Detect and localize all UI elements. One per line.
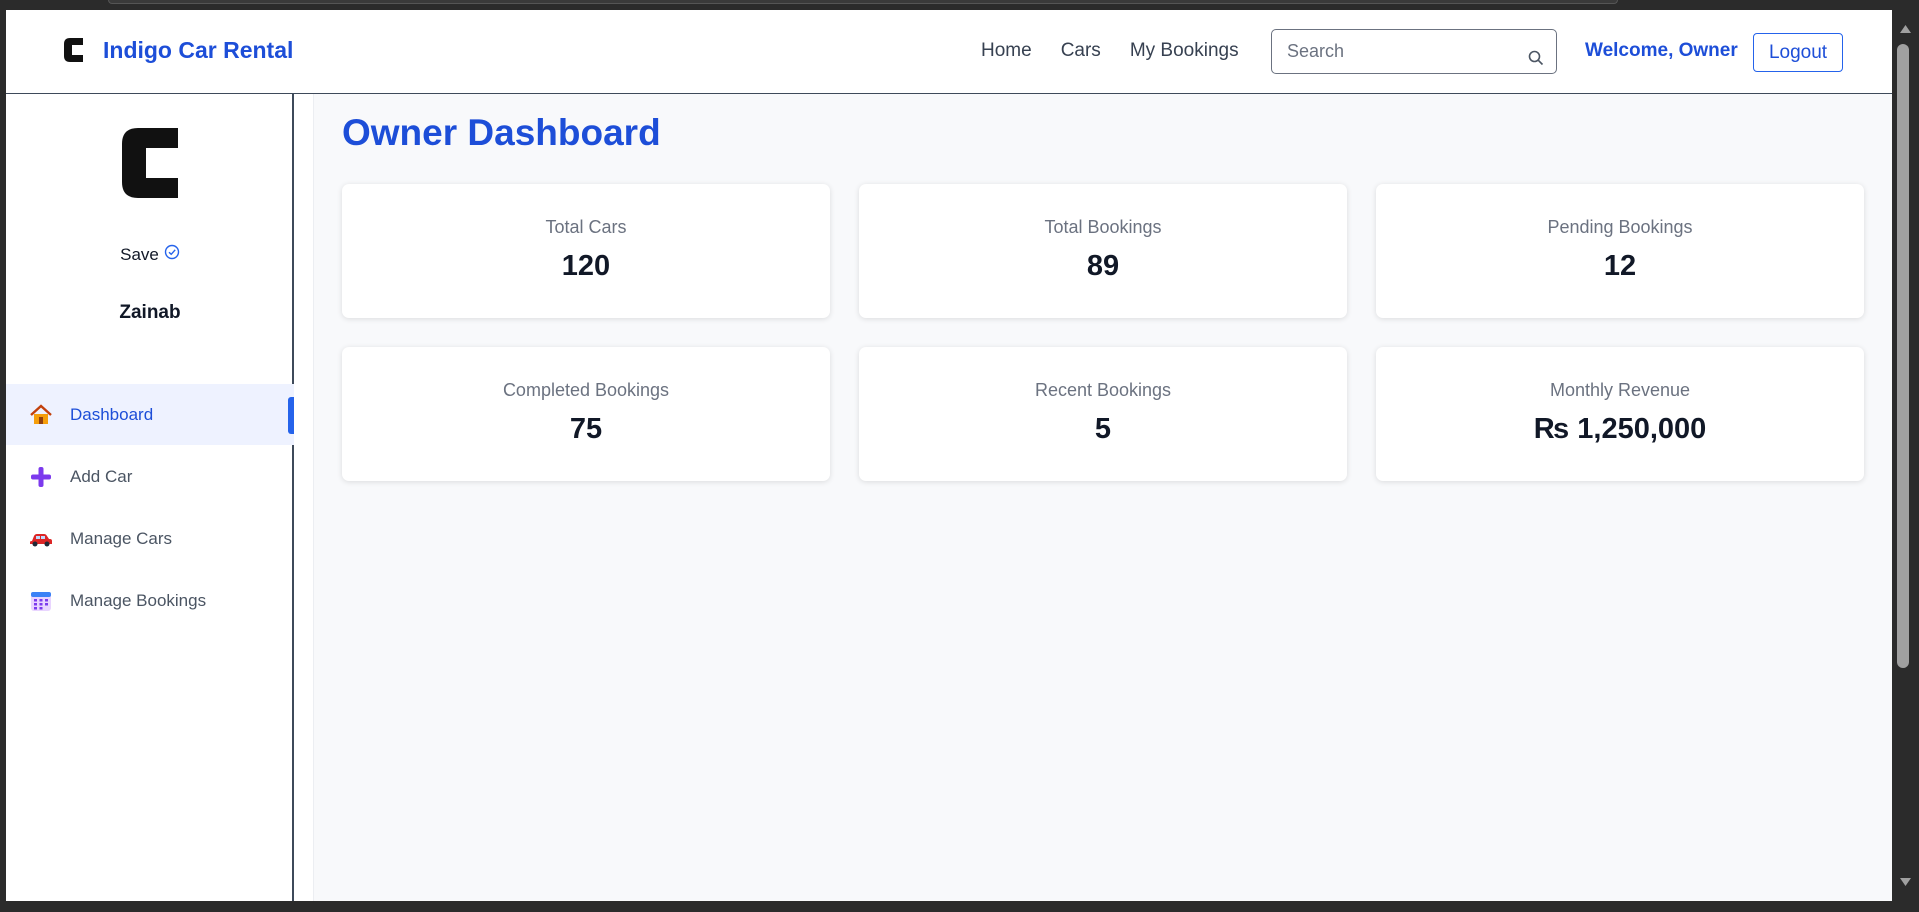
save-label: Save bbox=[120, 244, 159, 264]
vertical-scrollbar[interactable] bbox=[1892, 10, 1919, 901]
browser-tab-edge bbox=[108, 0, 1618, 4]
stat-card-total-cars: Total Cars 120 bbox=[342, 184, 830, 318]
stat-label: Total Bookings bbox=[1044, 217, 1162, 237]
car-icon bbox=[28, 526, 54, 552]
scroll-up-arrow-icon[interactable] bbox=[1900, 20, 1911, 38]
sidebar-item-label: Manage Cars bbox=[70, 528, 173, 548]
sidebar-item-manage-bookings[interactable]: Manage Bookings bbox=[6, 570, 294, 631]
save-status[interactable]: Save bbox=[6, 244, 294, 265]
browser-bottom-strip bbox=[0, 901, 1919, 912]
calendar-icon bbox=[28, 588, 54, 614]
brand[interactable]: Indigo Car Rental bbox=[61, 36, 293, 64]
search-icon[interactable] bbox=[1528, 50, 1544, 71]
sidebar-item-add-car[interactable]: Add Car bbox=[6, 446, 294, 507]
stat-value: 12 bbox=[1603, 250, 1637, 282]
stat-value: 5 bbox=[1094, 413, 1112, 445]
sidebar-item-label: Manage Bookings bbox=[70, 590, 207, 610]
search-box bbox=[1271, 29, 1557, 74]
sidebar-item-manage-cars[interactable]: Manage Cars bbox=[6, 508, 294, 569]
nav-my-bookings-link[interactable]: My Bookings bbox=[1130, 40, 1239, 62]
page-title: Owner Dashboard bbox=[342, 112, 661, 153]
stat-card-monthly-revenue: Monthly Revenue ₨ 1,250,000 bbox=[1376, 347, 1864, 481]
stat-label: Recent Bookings bbox=[1034, 380, 1172, 400]
stat-card-recent-bookings: Recent Bookings 5 bbox=[859, 347, 1347, 481]
plus-icon bbox=[28, 464, 54, 490]
house-icon bbox=[28, 402, 54, 428]
browser-top-strip bbox=[0, 0, 1919, 10]
inner-gutter bbox=[296, 94, 314, 901]
sidebar-item-dashboard[interactable]: Dashboard bbox=[6, 384, 294, 445]
brand-title[interactable]: Indigo Car Rental bbox=[103, 37, 293, 64]
welcome-text[interactable]: Welcome, Owner bbox=[1585, 40, 1738, 62]
logout-button[interactable]: Logout bbox=[1753, 33, 1843, 72]
sidebar: Save Zainab Dashboard Add Car Manage Car… bbox=[6, 94, 294, 901]
nav-cars-link[interactable]: Cars bbox=[1061, 40, 1101, 62]
stat-card-pending-bookings: Pending Bookings 12 bbox=[1376, 184, 1864, 318]
stat-card-total-bookings: Total Bookings 89 bbox=[859, 184, 1347, 318]
sidebar-logo-icon bbox=[118, 124, 180, 207]
stat-label: Total Cars bbox=[545, 217, 627, 237]
scroll-down-arrow-icon[interactable] bbox=[1900, 873, 1911, 891]
check-circle-icon bbox=[164, 244, 180, 265]
brand-logo-icon bbox=[61, 36, 85, 64]
app-window: Indigo Car Rental Home Cars My Bookings … bbox=[6, 10, 1892, 901]
sidebar-menu: Dashboard Add Car Manage Cars Manage Boo… bbox=[6, 384, 294, 632]
stat-value: 120 bbox=[561, 250, 611, 282]
sidebar-item-label: Dashboard bbox=[70, 404, 154, 424]
search-input[interactable] bbox=[1272, 30, 1502, 73]
stat-card-completed-bookings: Completed Bookings 75 bbox=[342, 347, 830, 481]
stat-label: Monthly Revenue bbox=[1549, 380, 1691, 400]
top-navbar: Indigo Car Rental Home Cars My Bookings … bbox=[6, 10, 1892, 94]
sidebar-item-label: Add Car bbox=[70, 466, 133, 486]
main-content: Owner Dashboard Total Cars 120 Total Boo… bbox=[296, 94, 1892, 901]
stat-value: ₨ 1,250,000 bbox=[1533, 413, 1707, 445]
stat-value: 89 bbox=[1086, 250, 1120, 282]
nav-home-link[interactable]: Home bbox=[981, 40, 1032, 62]
main-nav: Home Cars My Bookings bbox=[981, 40, 1268, 62]
stat-label: Pending Bookings bbox=[1547, 217, 1693, 237]
stat-value: 75 bbox=[569, 413, 603, 445]
scrollbar-thumb[interactable] bbox=[1897, 44, 1909, 668]
sidebar-username: Zainab bbox=[119, 302, 181, 323]
stat-label: Completed Bookings bbox=[502, 380, 670, 400]
